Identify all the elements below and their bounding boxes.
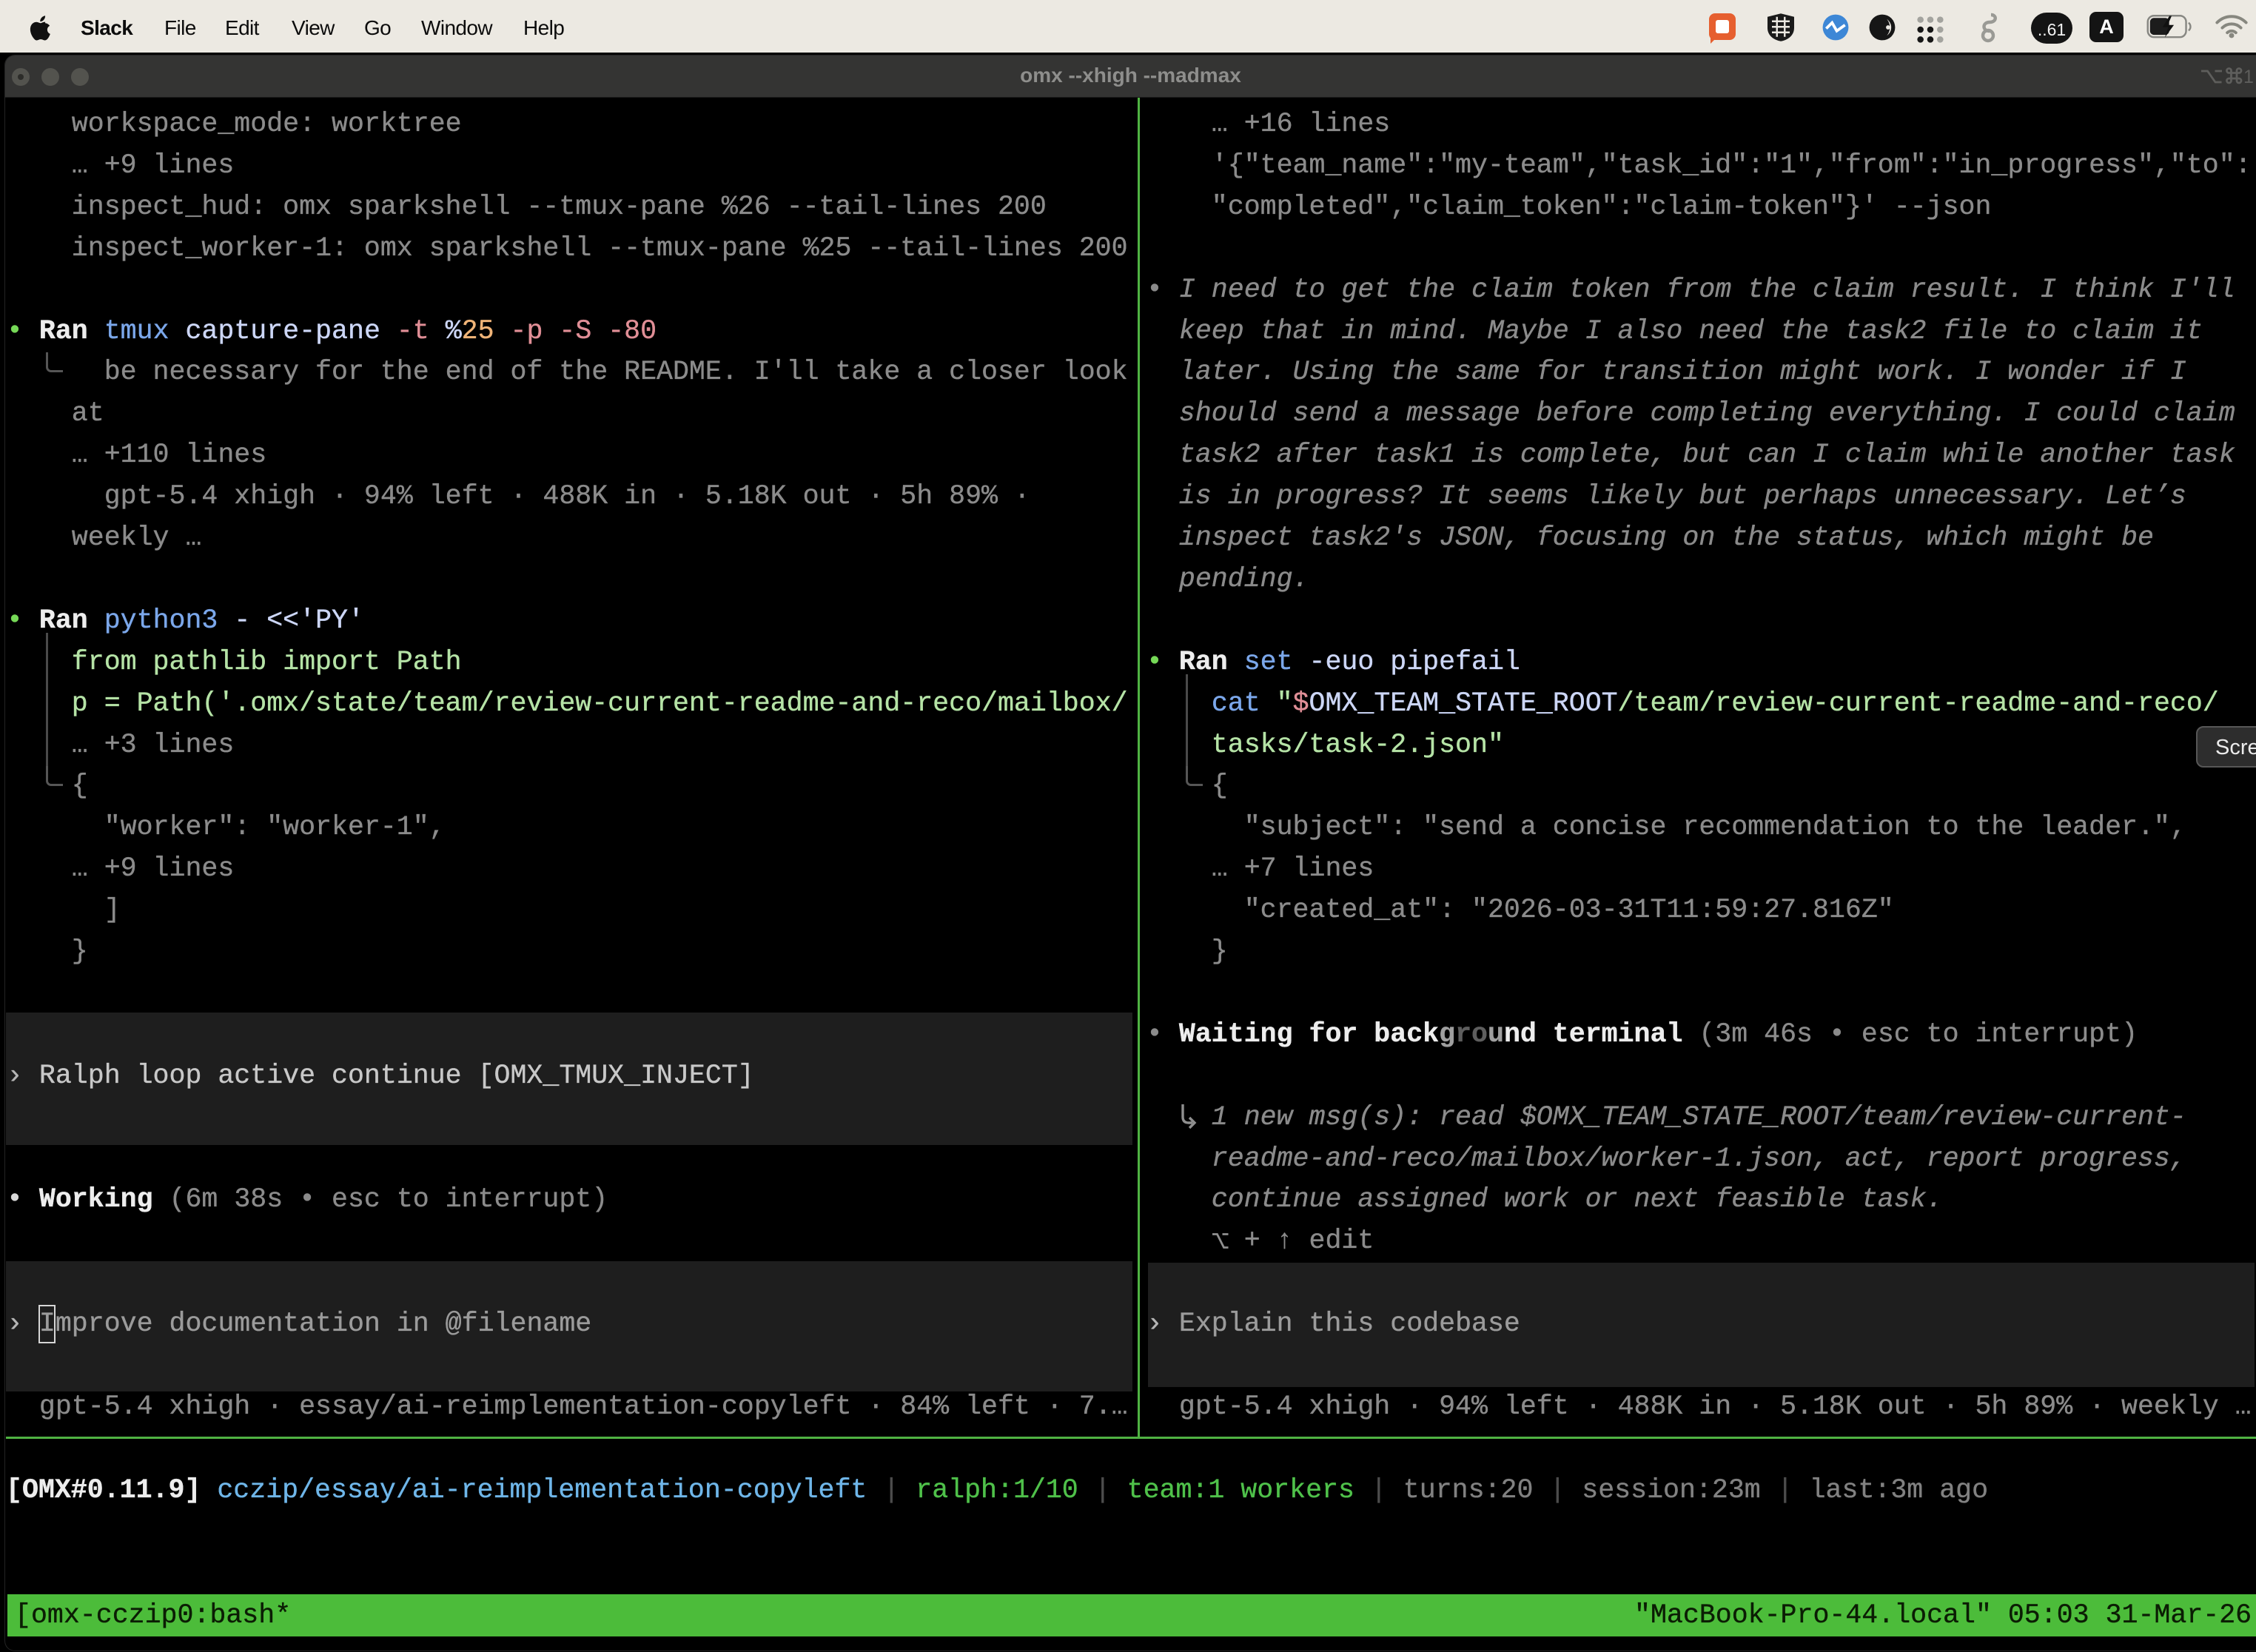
svg-text:1: 1 <box>2243 67 2254 87</box>
